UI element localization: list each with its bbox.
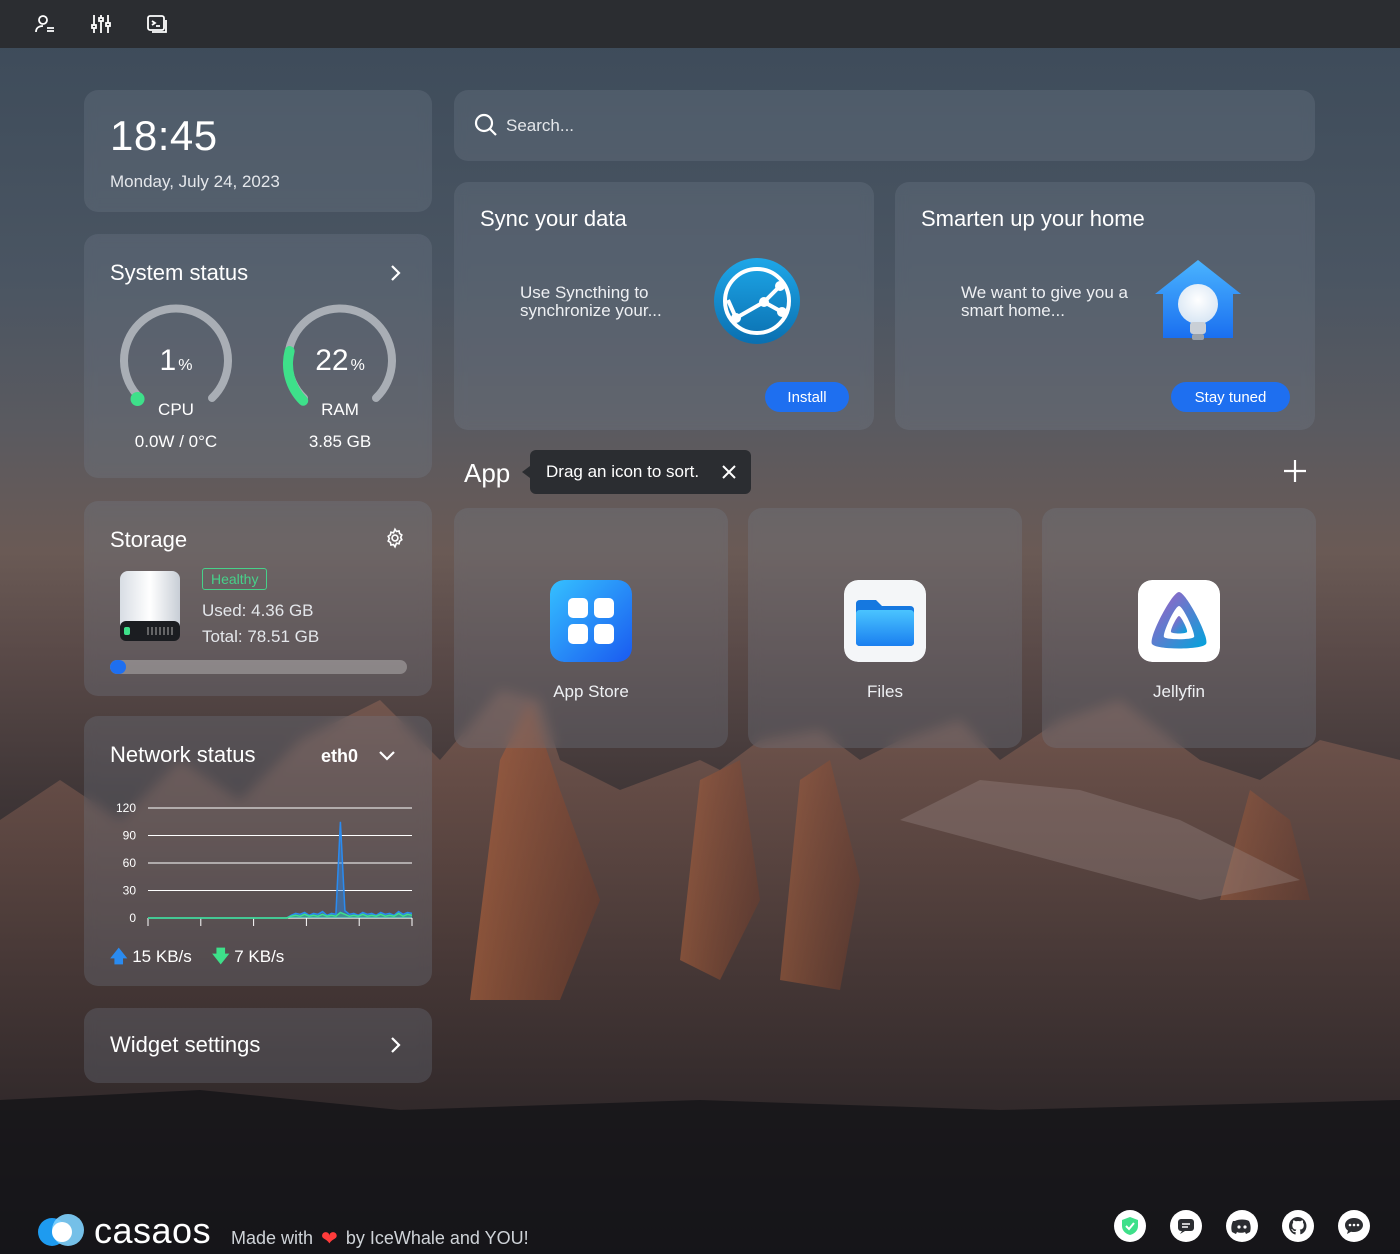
promo-sync-desc: Use Syncthing to synchronize your... [520,283,662,320]
storage-title: Storage [110,527,188,552]
discord-icon[interactable] [1226,1210,1258,1242]
github-icon[interactable] [1282,1210,1314,1242]
app-tile-files[interactable]: Files [748,508,1022,748]
y-tick-label: 30 [123,884,137,898]
app-tile-app-store[interactable]: App Store [454,508,728,748]
ram-used: 3.85 GB [308,432,372,451]
y-tick-label: 90 [123,829,137,843]
clock-date: Monday, July 24, 2023 [110,172,280,191]
widget-settings-label: Widget settings [110,1032,261,1057]
series-line [148,821,413,919]
clock-time: 18:45 [110,112,218,159]
cpu-label: CPU [158,400,194,419]
chat-icon[interactable] [1338,1210,1370,1242]
smart-home-icon [1155,260,1241,340]
clock-widget: 18:45 Monday, July 24, 2023 [84,90,432,212]
chevron-right-icon [391,1037,401,1053]
storage-progress-bar [110,660,407,674]
heart-icon: ❤ [321,1228,338,1250]
chevron-right-icon[interactable] [384,262,406,284]
storage-used: Used: 4.36 GB [202,601,314,620]
jellyfin-icon [1138,580,1220,662]
network-chart: 120 90 60 30 0 [116,801,413,926]
search-icon [474,113,497,136]
ram-value: 22% [315,344,365,377]
y-tick-label: 60 [123,856,137,870]
disk-icon [120,571,180,641]
syncthing-icon [714,258,800,344]
widget-settings-button[interactable]: Widget settings [84,1008,432,1083]
app-label: App Store [553,682,629,701]
casaos-logo-icon [38,1214,84,1246]
storage-widget: Storage Healthy Used: 4.36 GB Total: 78.… [84,501,432,696]
network-status-widget: Network status eth0 120 90 60 30 0 🡅 15 KB/s… [84,716,432,986]
chevron-down-icon[interactable] [376,744,398,766]
system-status-title: System status [110,260,249,285]
app-section-title: App [464,458,511,488]
top-bar [0,0,1400,48]
brand-name: casaos [94,1210,212,1251]
files-icon [844,580,926,662]
cpu-value: 1% [159,344,193,377]
add-app-icon[interactable] [1282,458,1308,484]
ram-label: RAM [321,400,359,419]
made-with-text: Made with ❤ by IceWhale and YOU! [231,1228,529,1250]
install-button[interactable]: Install [765,382,849,412]
storage-progress-fill [110,660,127,674]
promo-smart-home: Smarten up your home We want to give you… [895,182,1315,430]
search-bar [454,90,1315,161]
sliders-icon[interactable] [86,9,116,39]
y-tick-label: 0 [129,911,136,925]
stay-tuned-button[interactable]: Stay tuned [1171,382,1290,412]
close-icon[interactable] [719,462,739,482]
cpu-power-temp: 0.0W / 0°C [134,432,218,451]
promo-home-title: Smarten up your home [921,206,1145,231]
upload-speed: 🡅 15 KB/s [110,947,192,966]
arrow-down-icon: 🡇 [212,947,230,966]
promo-sync: Sync your data Use Syncthing to synchron… [454,182,874,430]
app-label: Files [867,682,903,701]
app-store-icon [550,580,632,662]
arrow-up-icon: 🡅 [110,947,128,966]
y-tick-label: 120 [116,801,136,815]
terminal-icon[interactable] [142,9,172,39]
drag-hint-text: Drag an icon to sort. [546,462,700,481]
feedback-icon[interactable] [1170,1210,1202,1242]
shield-icon[interactable] [1114,1210,1146,1242]
network-status-title: Network status [110,742,256,767]
interface-select[interactable]: eth0 [321,746,358,767]
gear-icon[interactable] [384,527,406,549]
series-area [148,821,412,918]
download-speed: 🡇 7 KB/s [212,947,285,966]
user-icon[interactable] [30,9,60,39]
casaos-logo: casaos [36,1210,211,1252]
promo-home-desc: We want to give you a smart home... [961,283,1128,320]
promo-sync-title: Sync your data [480,206,627,231]
app-label: Jellyfin [1153,682,1205,701]
storage-total: Total: 78.51 GB [202,627,320,646]
drag-hint-tooltip: Drag an icon to sort. [522,450,751,494]
status-badge: Healthy [202,568,268,590]
footer-icons [1114,1210,1370,1242]
app-tile-jellyfin[interactable]: Jellyfin [1042,508,1316,748]
search-input[interactable] [506,108,1286,144]
system-status-widget: System status 1% CPU 0.0W / 0°C 22% RAM … [84,234,432,478]
